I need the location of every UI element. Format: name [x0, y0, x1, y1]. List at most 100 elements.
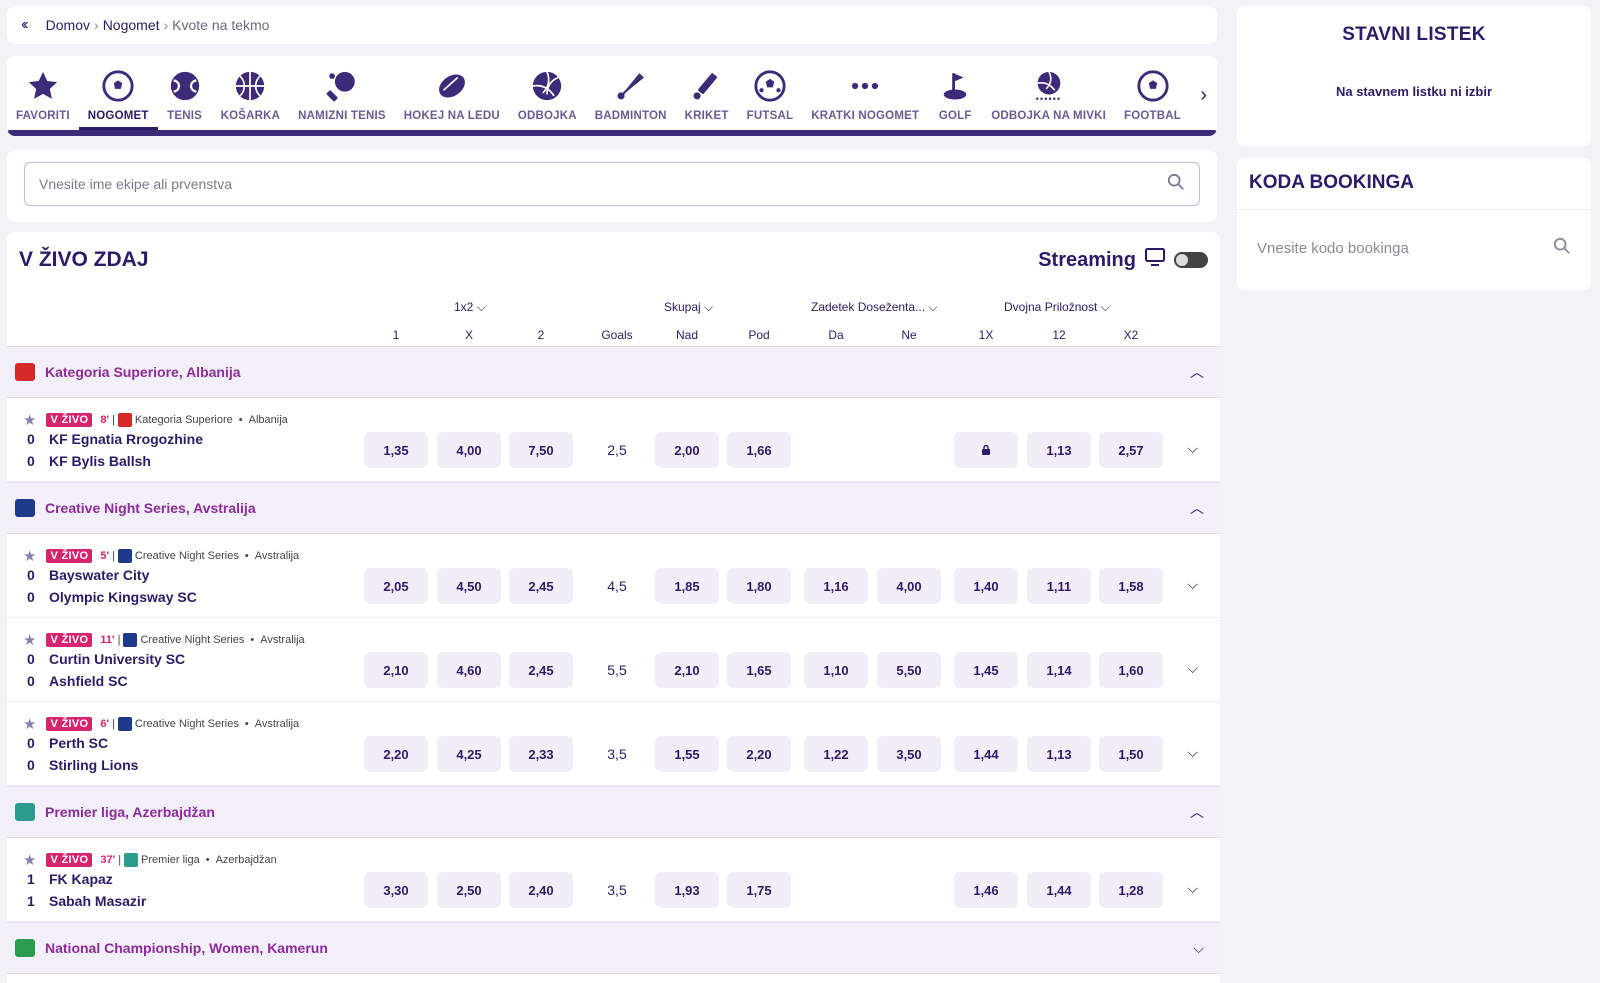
odd-button[interactable]: 2,10	[364, 652, 428, 688]
sport-tab-golf[interactable]: GOLF	[928, 56, 982, 130]
sport-tab-odbojka-na-mivki[interactable]: ODBOJKA NA MIVKI	[982, 56, 1115, 130]
away-team[interactable]: 1 Sabah Masazir	[27, 893, 146, 909]
odd-button[interactable]: 4,50	[437, 568, 501, 604]
odd-button[interactable]: 1,65	[727, 652, 791, 688]
chevron-down-icon[interactable]: ⌵	[1187, 880, 1198, 897]
chevron-down-icon[interactable]: ⌵	[1187, 660, 1198, 677]
odd-button[interactable]: 2,20	[364, 736, 428, 772]
chevron-down-icon[interactable]: ⌵	[1187, 744, 1198, 761]
home-team[interactable]: 0 Curtin University SC	[27, 651, 185, 667]
odd-button[interactable]: 1,22	[804, 736, 868, 772]
sport-tab-košarka[interactable]: KOŠARKA	[212, 56, 290, 130]
favorite-star-icon[interactable]: ★	[23, 851, 36, 869]
market-dropdown[interactable]: Dvojna Priložnost ⌵	[1004, 300, 1110, 315]
chevron-up-icon[interactable]: ︿	[1190, 802, 1204, 822]
odd-button[interactable]: 7,50	[509, 432, 573, 468]
odd-button[interactable]: 1,10	[804, 652, 868, 688]
odd-button[interactable]: 1,11	[1027, 568, 1091, 604]
league-header[interactable]: Kategoria Superiore, Albanija ︿	[7, 346, 1220, 398]
sport-tab-odbojka[interactable]: ODBOJKA	[509, 56, 586, 130]
odd-button[interactable]: 2,40	[509, 872, 573, 908]
odd-button[interactable]: 1,44	[954, 736, 1018, 772]
streaming-switch[interactable]	[1174, 252, 1208, 268]
sport-tab-futsal[interactable]: FUTSAL	[738, 56, 803, 130]
search-icon[interactable]	[1553, 237, 1571, 260]
odd-button[interactable]: 1,93	[655, 872, 719, 908]
favorite-star-icon[interactable]: ★	[23, 547, 36, 565]
away-team[interactable]: 0 Olympic Kingsway SC	[27, 589, 197, 605]
odd-button[interactable]: 1,44	[1027, 872, 1091, 908]
favorite-star-icon[interactable]: ★	[23, 715, 36, 733]
market-dropdown[interactable]: Zadetek Doseženta... ⌵	[811, 300, 938, 315]
odd-button[interactable]: 4,60	[437, 652, 501, 688]
league-header[interactable]: Creative Night Series, Avstralija ︿	[7, 482, 1220, 534]
sport-tab-kratki-nogomet[interactable]: KRATKI NOGOMET	[802, 56, 928, 130]
chevron-right-icon[interactable]: ›	[1200, 84, 1207, 107]
odd-button[interactable]: 4,00	[877, 568, 941, 604]
odd-button[interactable]: 1,75	[727, 872, 791, 908]
chevron-down-icon[interactable]: ⌵	[1193, 940, 1204, 957]
odd-button[interactable]: 1,13	[1027, 432, 1091, 468]
odd-button[interactable]: 1,46	[954, 872, 1018, 908]
market-dropdown[interactable]: Skupaj ⌵	[664, 300, 713, 315]
odd-button[interactable]: 1,14	[1027, 652, 1091, 688]
odd-button[interactable]: 2,20	[727, 736, 791, 772]
odd-button[interactable]: 2,50	[437, 872, 501, 908]
sport-tab-favoriti[interactable]: FAVORITI	[7, 56, 79, 130]
away-team[interactable]: 0 KF Bylis Ballsh	[27, 453, 151, 469]
odd-button[interactable]: 1,66	[727, 432, 791, 468]
favorite-star-icon[interactable]: ★	[23, 411, 36, 429]
double-chevron-left-icon[interactable]: ‹‹	[21, 16, 28, 34]
odd-button[interactable]: 5,50	[877, 652, 941, 688]
odd-button[interactable]: 2,10	[655, 652, 719, 688]
sport-tab-kriket[interactable]: KRIKET	[676, 56, 738, 130]
sport-tab-hokej-na-ledu[interactable]: HOKEJ NA LEDU	[395, 56, 509, 130]
odd-button[interactable]: 1,58	[1099, 568, 1163, 604]
odd-button[interactable]: 1,50	[1099, 736, 1163, 772]
sport-tab-namizni-tenis[interactable]: NAMIZNI TENIS	[289, 56, 395, 130]
odd-button[interactable]: 3,50	[877, 736, 941, 772]
odd-button[interactable]: 2,57	[1099, 432, 1163, 468]
away-team[interactable]: 0 Ashfield SC	[27, 673, 128, 689]
booking-code-input[interactable]	[1257, 239, 1553, 257]
home-team[interactable]: 0 Perth SC	[27, 735, 108, 751]
sport-tab-footbal[interactable]: FOOTBAL	[1115, 56, 1190, 130]
odd-button[interactable]: 1,55	[655, 736, 719, 772]
odd-button[interactable]: 4,00	[437, 432, 501, 468]
odd-button[interactable]: 1,35	[364, 432, 428, 468]
odd-button[interactable]: 1,45	[954, 652, 1018, 688]
odd-button[interactable]: 2,45	[509, 652, 573, 688]
chevron-down-icon[interactable]: ⌵	[1187, 576, 1198, 593]
odd-button[interactable]: 4,25	[437, 736, 501, 772]
odd-button[interactable]: 1,16	[804, 568, 868, 604]
search-input[interactable]	[39, 176, 1167, 192]
search-icon[interactable]	[1167, 173, 1185, 196]
odd-button[interactable]: 2,00	[655, 432, 719, 468]
odd-button[interactable]: 2,33	[509, 736, 573, 772]
odd-button[interactable]: 1,40	[954, 568, 1018, 604]
home-team[interactable]: 1 FK Kapaz	[27, 871, 113, 887]
odd-button[interactable]: 1,13	[1027, 736, 1091, 772]
market-dropdown[interactable]: 1x2 ⌵	[454, 300, 486, 315]
odd-button[interactable]: 1,60	[1099, 652, 1163, 688]
streaming-toggle[interactable]: Streaming	[1038, 247, 1208, 273]
breadcrumb-sport[interactable]: Nogomet	[103, 17, 160, 33]
chevron-down-icon[interactable]: ⌵	[1187, 440, 1198, 457]
odd-button[interactable]: 3,30	[364, 872, 428, 908]
sport-tab-badminton[interactable]: BADMINTON	[586, 56, 676, 130]
chevron-up-icon[interactable]: ︿	[1190, 498, 1204, 518]
breadcrumb-home[interactable]: Domov	[46, 17, 90, 33]
odd-button[interactable]: 1,28	[1099, 872, 1163, 908]
league-header[interactable]: Premier liga, Azerbajdžan ︿	[7, 786, 1220, 838]
chevron-up-icon[interactable]: ︿	[1190, 362, 1204, 382]
odd-button[interactable]: 1,80	[727, 568, 791, 604]
favorite-star-icon[interactable]: ★	[23, 631, 36, 649]
away-team[interactable]: 0 Stirling Lions	[27, 757, 138, 773]
odd-button[interactable]: 2,45	[509, 568, 573, 604]
home-team[interactable]: 0 Bayswater City	[27, 567, 149, 583]
sport-tab-tenis[interactable]: TENIS	[158, 56, 212, 130]
league-header[interactable]: National Championship, Women, Kamerun ⌵	[7, 922, 1220, 974]
odd-button[interactable]: 1,85	[655, 568, 719, 604]
sport-tab-nogomet[interactable]: NOGOMET	[78, 56, 158, 130]
home-team[interactable]: 0 KF Egnatia Rrogozhine	[27, 431, 203, 447]
